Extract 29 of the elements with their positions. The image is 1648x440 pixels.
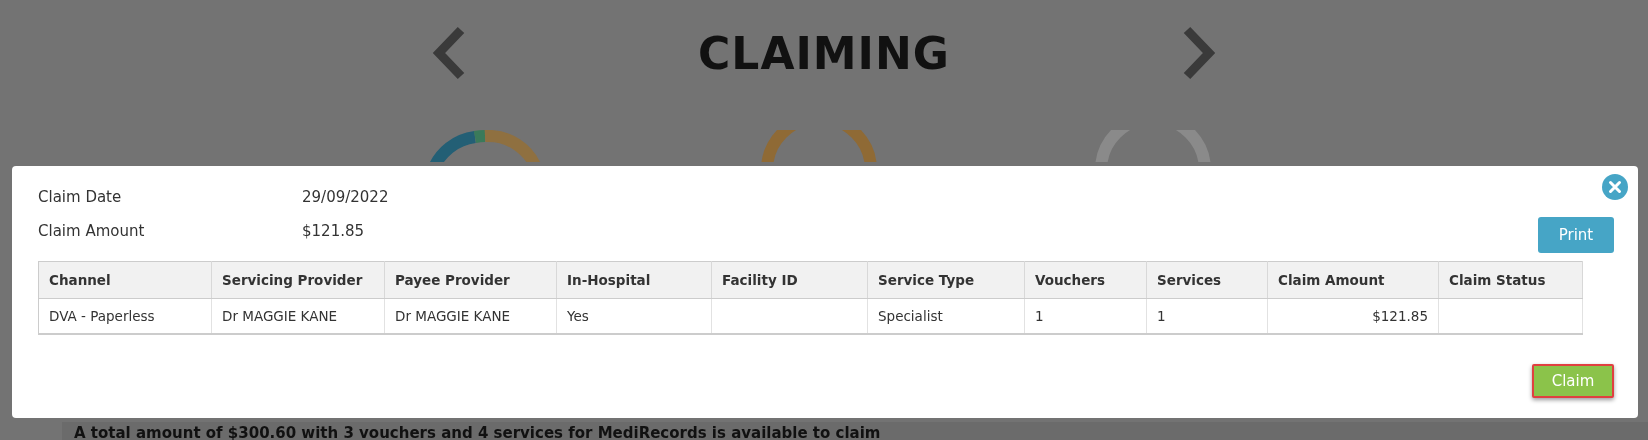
chevron-left-icon[interactable] bbox=[431, 26, 467, 80]
column-header: Claim Amount bbox=[1267, 261, 1439, 299]
column-header: Services bbox=[1146, 261, 1268, 299]
column-header: Facility ID bbox=[711, 261, 868, 299]
table-cell: $121.85 bbox=[1267, 298, 1439, 334]
print-button[interactable]: Print bbox=[1538, 217, 1614, 253]
table-cell: Dr MAGGIE KANE bbox=[384, 298, 557, 334]
table-cell: 1 bbox=[1146, 298, 1268, 334]
column-header: Claim Status bbox=[1438, 261, 1583, 299]
table-cell: Yes bbox=[556, 298, 712, 334]
table-cell: Dr MAGGIE KANE bbox=[211, 298, 385, 334]
page-title: CLAIMING bbox=[697, 27, 951, 79]
column-header: Service Type bbox=[867, 261, 1025, 299]
column-header: In-Hospital bbox=[556, 261, 712, 299]
column-header: Servicing Provider bbox=[211, 261, 385, 299]
table-cell: DVA - Paperless bbox=[38, 298, 212, 334]
table-cell: 1 bbox=[1024, 298, 1147, 334]
close-icon[interactable] bbox=[1602, 174, 1628, 200]
field-label: Claim Date bbox=[38, 188, 123, 206]
claim-summary-text: A total amount of $300.60 with 3 vouchers and 4 services for MediRecords is available to claim bbox=[62, 422, 1648, 440]
column-header: Channel bbox=[38, 261, 212, 299]
field-label: Claim Amount bbox=[38, 222, 146, 240]
table-cell: Specialist bbox=[867, 298, 1025, 334]
field-value: $121.85 bbox=[302, 222, 365, 240]
column-header: Payee Provider bbox=[384, 261, 557, 299]
chevron-right-icon[interactable] bbox=[1181, 26, 1217, 80]
claim-button[interactable]: Claim bbox=[1532, 364, 1614, 398]
field-value: 29/09/2022 bbox=[302, 188, 389, 206]
column-header: Vouchers bbox=[1024, 261, 1147, 299]
